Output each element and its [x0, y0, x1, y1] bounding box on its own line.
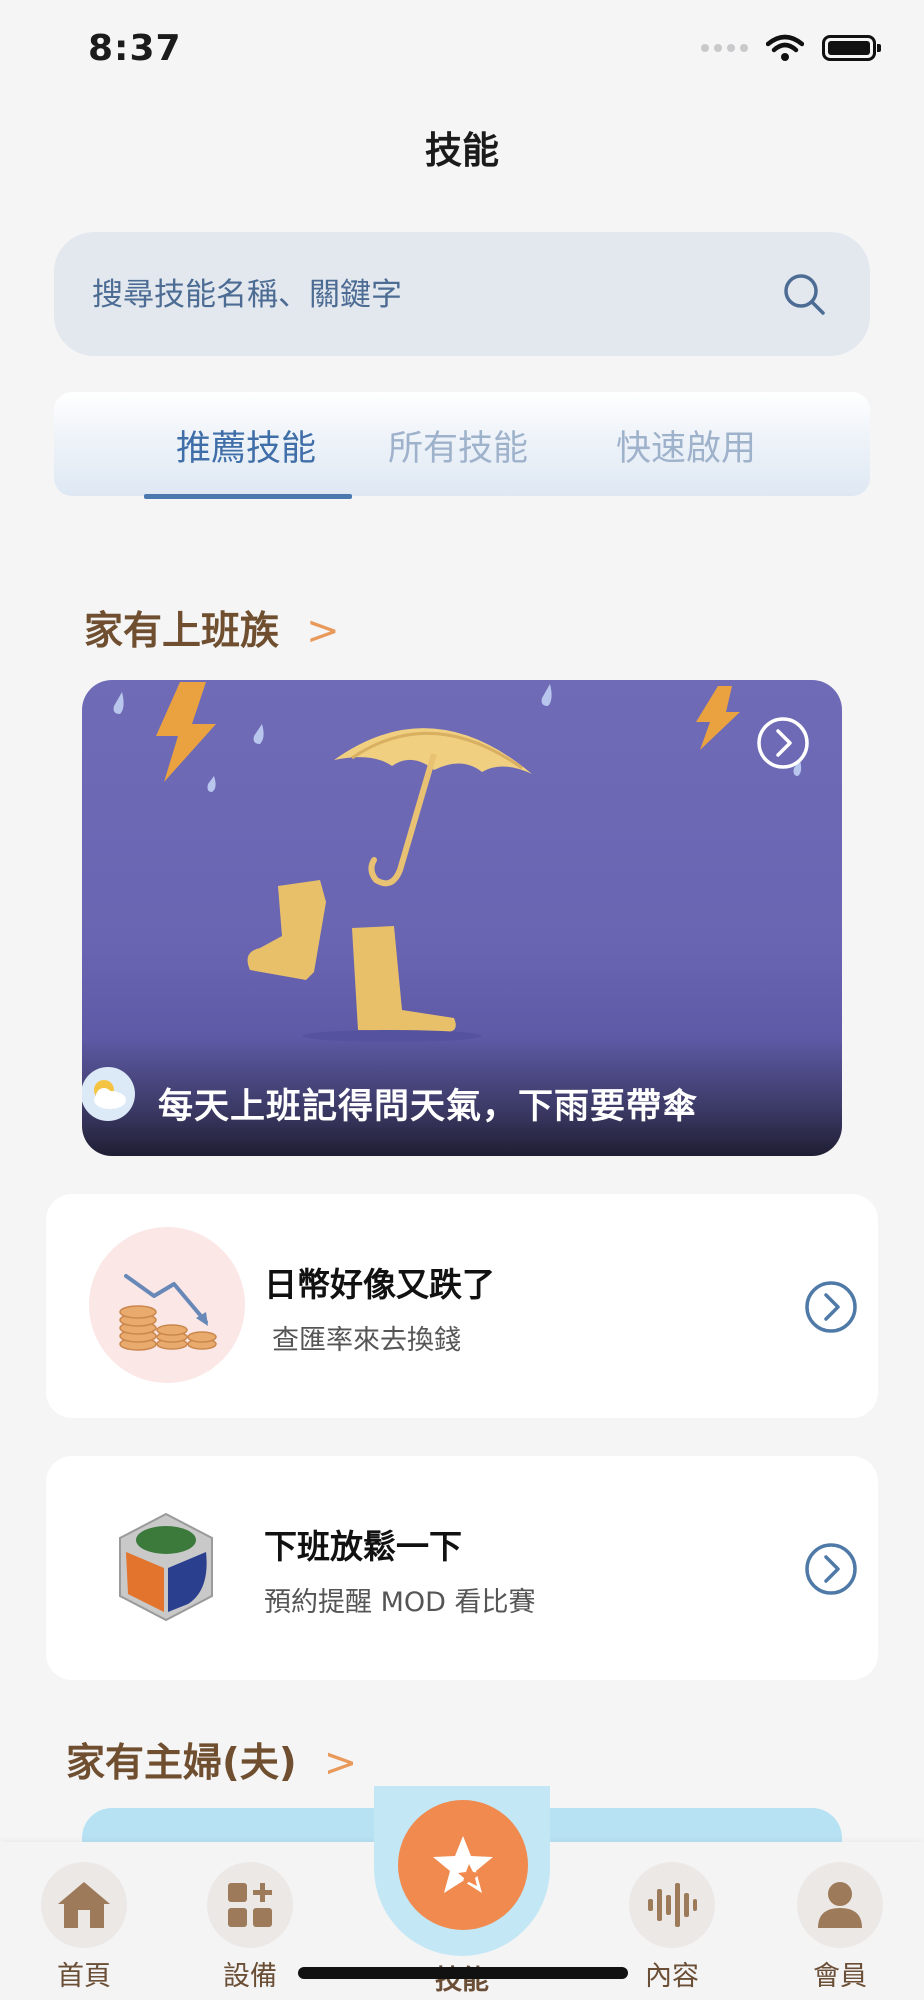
- home-indicator: [298, 1967, 628, 1979]
- search-icon[interactable]: [782, 272, 826, 316]
- hero-caption: 每天上班記得問天氣，下雨要帶傘: [158, 1087, 699, 1127]
- chevron-circle-icon[interactable]: [804, 1280, 858, 1334]
- tab-bar: 推薦技能 所有技能 快速啟用: [54, 392, 870, 499]
- battery-icon: [822, 35, 881, 61]
- skill-title: 日幣好像又跌了: [264, 1265, 495, 1304]
- mod-cube-icon: [119, 1512, 213, 1622]
- nav-label: 會員: [813, 1961, 867, 1992]
- audio-wave-icon: [648, 1883, 697, 1927]
- nav-skills-button[interactable]: [398, 1800, 528, 1930]
- skill-card-mod[interactable]: 下班放鬆一下 預約提醒 MOD 看比賽: [46, 1456, 878, 1680]
- devices-icon: [228, 1883, 272, 1927]
- nav-devices[interactable]: 設備: [200, 1862, 300, 1993]
- search-bar[interactable]: [54, 232, 870, 358]
- tab-recommended[interactable]: 推薦技能: [176, 420, 316, 471]
- nav-label: 首頁: [57, 1961, 111, 1992]
- skill-subtitle: 查匯率來去換錢: [272, 1325, 461, 1356]
- nav-label: 內容: [645, 1961, 699, 1992]
- skill-card-exchange-rate[interactable]: 日幣好像又跌了 查匯率來去換錢: [46, 1194, 878, 1418]
- section-title: 家有上班族: [84, 609, 280, 654]
- section-header-homemakers[interactable]: 家有主婦(夫) >: [66, 1732, 357, 1788]
- tab-active-indicator: [144, 494, 352, 499]
- nav-label: 設備: [223, 1961, 277, 1992]
- weather-icon: [82, 1067, 135, 1121]
- skill-title: 下班放鬆一下: [264, 1527, 462, 1566]
- home-icon: [58, 1882, 110, 1928]
- nav-member[interactable]: 會員: [790, 1862, 890, 1993]
- tab-quick-enable[interactable]: 快速啟用: [616, 420, 756, 471]
- signal-icon: [701, 44, 748, 52]
- nav-home[interactable]: 首頁: [34, 1862, 134, 1993]
- hero-card-weather[interactable]: 每天上班記得問天氣，下雨要帶傘: [82, 680, 842, 1156]
- chevron-right-icon: >: [306, 608, 340, 654]
- page-title: 技能: [425, 129, 499, 172]
- status-time: 8:37: [88, 28, 182, 69]
- tab-all-skills[interactable]: 所有技能: [388, 420, 528, 471]
- status-icons: [701, 34, 881, 62]
- section-header-office-workers[interactable]: 家有上班族 >: [84, 600, 340, 656]
- user-icon: [818, 1882, 862, 1928]
- chevron-right-icon: >: [323, 1740, 358, 1786]
- exchange-rate-icon: [89, 1227, 245, 1383]
- search-input[interactable]: [90, 232, 754, 358]
- wifi-icon: [766, 34, 804, 61]
- star-icon: [433, 1836, 493, 1893]
- skill-subtitle: 預約提醒 MOD 看比賽: [264, 1587, 536, 1618]
- chevron-circle-icon[interactable]: [804, 1542, 858, 1596]
- section-title: 家有主婦(夫): [66, 1741, 297, 1786]
- nav-content[interactable]: 內容: [622, 1862, 722, 1993]
- chevron-circle-icon[interactable]: [756, 716, 810, 770]
